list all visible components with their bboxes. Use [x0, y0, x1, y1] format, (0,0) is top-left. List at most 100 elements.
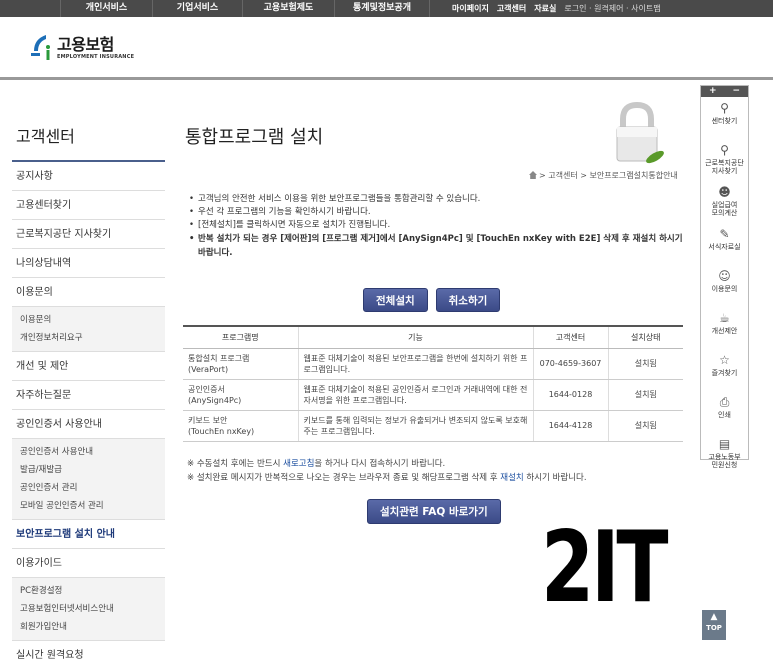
menu-personal-service[interactable]: 개인서비스 — [60, 0, 152, 17]
button-group: 전체설치 취소하기 — [363, 288, 501, 312]
printer-icon: ⎙ — [719, 395, 730, 409]
sidebar-subitem[interactable]: 이용문의 — [20, 311, 165, 329]
quick-item-suggestion[interactable]: ☕ 개선제안 — [701, 307, 748, 349]
logo-mark-icon — [31, 35, 50, 60]
sidebar-submenu-guide: PC환경설정 고용보험인터넷서비스안내 회원가입안내 — [12, 578, 165, 641]
quick-item-label: 이용문의 — [711, 285, 738, 293]
menu-archive[interactable]: 자료실 — [534, 3, 556, 14]
quick-item-find-branch[interactable]: ⚲ 근로복지공단 지사찾기 — [701, 139, 748, 181]
quick-item-forms[interactable]: ✎ 서식자료실 — [701, 223, 748, 265]
program-function: 키보드를 통해 입력되는 정보가 유출되거나 변조되지 않도록 보호해 주는 프… — [297, 410, 533, 442]
sidebar-subitem[interactable]: 발급/재발급 — [20, 461, 165, 479]
install-all-button[interactable]: 전체설치 — [363, 288, 428, 312]
faq-button[interactable]: 설치관련 FAQ 바로가기 — [367, 499, 501, 524]
footnote-text: 을 하거나 다시 접속하시기 바랍니다. — [314, 459, 446, 469]
logo-subtitle: EMPLOYMENT INSURANCE — [57, 54, 135, 60]
sidebar-subitem[interactable]: 개인정보처리요구 — [20, 329, 165, 347]
site-logo[interactable]: 고용보험 EMPLOYMENT INSURANCE — [28, 33, 134, 63]
cup-icon: ☕ — [719, 311, 730, 325]
quick-menu: + − ⚲ 센터찾기 ⚲ 근로복지공단 지사찾기 ☻ 실업급여 모의계산 ✎ 서… — [700, 85, 749, 469]
util-links[interactable]: 로그인 · 원격제어 · 사이트맵 — [564, 3, 660, 14]
overlay-text: 2IT — [541, 511, 669, 625]
expand-button[interactable]: + — [709, 86, 717, 97]
sidebar-subitem[interactable]: 고용보험인터넷서비스안내 — [20, 600, 165, 618]
sidebar-item-find-branch[interactable]: 근로복지공단 지사찾기 — [12, 220, 165, 249]
sidebar-item-security-program[interactable]: 보안프로그램 설치 안내 — [12, 520, 165, 549]
program-table: 프로그램명 기능 고객센터 설치상태 통합설치 프로그램 (VeraPort) … — [183, 325, 683, 442]
sidebar-subitem[interactable]: 회원가입안내 — [20, 618, 165, 636]
quick-item-print[interactable]: ⎙ 인쇄 — [701, 391, 748, 433]
quick-item-inquiry[interactable]: ☺ 이용문의 — [701, 265, 748, 307]
footnote-text: ※ 설치완료 메시지가 반복적으로 나오는 경우는 브라우저 종료 및 해당프로… — [187, 473, 501, 483]
quick-item-find-center[interactable]: ⚲ 센터찾기 — [701, 97, 748, 139]
sidebar-subitem[interactable]: 공인인증서 관리 — [20, 479, 165, 497]
quick-item-bookmark[interactable]: ☆ 즐겨찾기 — [701, 349, 748, 391]
table-row: 통합설치 프로그램 (VeraPort) 웹표준 대체기술이 적용된 보안프로그… — [183, 348, 683, 380]
sidebar-item-guide[interactable]: 이용가이드 — [12, 549, 165, 578]
column-header: 기능 — [297, 325, 533, 349]
sidebar-item-find-center[interactable]: 고용센터찾기 — [12, 191, 165, 220]
sidebar-subitem[interactable]: 모바일 공인인증서 관리 — [20, 497, 165, 515]
program-name: 공인인증서 (AnySign4Pc) — [183, 379, 298, 411]
header-divider — [0, 77, 773, 80]
breadcrumb: > 고객센터 > 보안프로그램설치통합안내 — [529, 170, 689, 181]
sidebar-item-faq[interactable]: 자주하는질문 — [12, 381, 165, 410]
quick-item-label: 센터찾기 — [711, 117, 738, 125]
quick-item-label: 인쇄 — [718, 411, 731, 419]
document-icon: ▤ — [718, 437, 731, 451]
sidebar-item-remote[interactable]: 실시간 원격요청 — [12, 641, 165, 664]
home-icon[interactable] — [529, 171, 537, 179]
sidebar-item-suggestion[interactable]: 개선 및 제안 — [12, 352, 165, 381]
program-name: 통합설치 프로그램 (VeraPort) — [183, 348, 298, 380]
menu-insurance-system[interactable]: 고용보험제도 — [242, 0, 334, 17]
menu-customer-center[interactable]: 고객센터 — [497, 3, 526, 14]
sidebar-submenu-inquiry: 이용문의 개인정보처리요구 — [12, 307, 165, 352]
quick-item-benefit-calc[interactable]: ☻ 실업급여 모의계산 — [701, 181, 748, 223]
refresh-link[interactable]: 새로고침 — [283, 459, 314, 469]
quick-item-label: 즐겨찾기 — [711, 369, 738, 377]
column-header: 고객센터 — [532, 325, 608, 349]
utility-menu: 마이페이지 고객센터 자료실 로그인 · 원격제어 · 사이트맵 — [452, 0, 661, 17]
quick-item-label: 서식자료실 — [708, 243, 741, 251]
program-function: 웹표준 대체기술이 적용된 보안프로그램을 한번에 설치하기 위한 프로그램입니… — [297, 348, 533, 380]
reinstall-link[interactable]: 재설치 — [500, 473, 523, 483]
menu-business-service[interactable]: 기업서비스 — [152, 0, 242, 17]
program-function: 웹표준 대체기술이 적용된 공인인증서 로그인과 거래내역에 대한 전자서명을 … — [297, 379, 533, 411]
sidebar-item-certificate[interactable]: 공인인증서 사용안내 — [12, 410, 165, 439]
notice-warning: 반복 설치가 되는 경우 [제어판]의 [프로그램 제거]에서 [AnySign… — [189, 232, 684, 260]
quick-item-complaint[interactable]: ▤ 고용노동부 민원신청 — [701, 433, 748, 475]
sidebar-submenu-certificate: 공인인증서 사용안내 발급/재발급 공인인증서 관리 모바일 공인인증서 관리 — [12, 439, 165, 520]
quick-item-label: 개선제안 — [711, 327, 738, 335]
program-phone: 1644-0128 — [532, 379, 608, 411]
arrow-up-icon: ▲ — [710, 612, 718, 622]
program-status: 설치됨 — [607, 379, 683, 411]
menu-statistics[interactable]: 통계및정보공개 — [334, 0, 430, 17]
sidebar-title: 고객센터 — [12, 118, 165, 162]
page-title: 통합프로그램 설치 — [185, 127, 324, 148]
quick-item-label: 근로복지공단 지사찾기 — [705, 159, 744, 175]
pencil-icon: ✎ — [719, 227, 730, 241]
table-row: 키보드 보안 (TouchEn nxKey) 키보드를 통해 입력되는 정보가 … — [183, 410, 683, 442]
sidebar-subitem[interactable]: PC환경설정 — [20, 582, 165, 600]
footnotes: ※ 수동설치 후에는 반드시 새로고침을 하거나 다시 접속하시기 바랍니다. … — [187, 457, 687, 485]
sidebar: 고객센터 공지사항 고용센터찾기 근로복지공단 지사찾기 나의상담내역 이용문의… — [12, 118, 165, 664]
menu-mypage[interactable]: 마이페이지 — [452, 3, 489, 14]
quick-item-label: 고용노동부 민원신청 — [708, 453, 741, 469]
sidebar-item-notice[interactable]: 공지사항 — [12, 162, 165, 191]
cancel-button[interactable]: 취소하기 — [435, 288, 501, 312]
sidebar-item-my-consult[interactable]: 나의상담내역 — [12, 249, 165, 278]
collapse-button[interactable]: − — [732, 86, 740, 97]
column-header: 설치상태 — [607, 325, 683, 349]
footnote: ※ 수동설치 후에는 반드시 새로고침을 하거나 다시 접속하시기 바랍니다. — [187, 457, 687, 471]
program-phone: 1644-4128 — [532, 410, 608, 442]
program-phone: 070-4659-3607 — [532, 348, 608, 380]
star-icon: ☆ — [719, 353, 730, 367]
column-header: 프로그램명 — [183, 325, 298, 349]
chat-icon: ☺ — [718, 269, 731, 283]
scroll-top-button[interactable]: ▲ TOP — [702, 610, 726, 640]
sidebar-subitem[interactable]: 공인인증서 사용안내 — [20, 443, 165, 461]
quick-menu-header: + − — [701, 86, 748, 97]
location-pin-icon: ⚲ — [720, 101, 729, 115]
padlock-icon — [616, 101, 664, 164]
sidebar-item-inquiry[interactable]: 이용문의 — [12, 278, 165, 307]
